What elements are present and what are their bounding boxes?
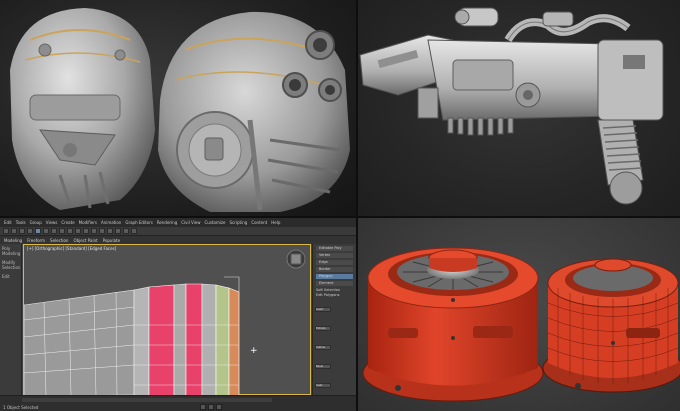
subobject-polygon-label: Polygon xyxy=(319,274,333,278)
menu-item-rendering[interactable]: Rendering xyxy=(157,220,177,225)
align-icon[interactable] xyxy=(99,228,105,234)
side-label-modify-selection[interactable]: Modify Selection xyxy=(0,258,21,272)
status-text: 1 Object Selected xyxy=(3,405,39,410)
subobject-element-label: Element xyxy=(319,281,334,285)
soft-selection-rollout[interactable]: Soft Selection xyxy=(316,288,353,292)
ribbon-tab-freeform[interactable]: Freeform xyxy=(27,238,45,243)
menu-item-tools[interactable]: Tools xyxy=(16,220,26,225)
turbine-render xyxy=(362,247,680,402)
render-icon[interactable] xyxy=(131,228,137,234)
subobject-edge[interactable]: Edge xyxy=(316,260,353,265)
inset-button[interactable]: Inset xyxy=(315,383,331,388)
menu-item-content[interactable]: Content xyxy=(251,220,267,225)
menu-item-edit[interactable]: Edit xyxy=(4,220,12,225)
ribbon-tab-selection[interactable]: Selection xyxy=(50,238,68,243)
modifier-stack-item[interactable]: Editable Poly xyxy=(316,246,353,251)
subobject-border[interactable]: Border xyxy=(316,267,353,272)
panel-robot-heads xyxy=(0,0,356,216)
modifier-stack-label: Editable Poly xyxy=(319,246,342,250)
menu-item-help[interactable]: Help xyxy=(271,220,280,225)
ribbon-tab-modeling[interactable]: Modeling xyxy=(4,238,22,243)
scale-icon[interactable] xyxy=(67,228,73,234)
menu-bar: Edit Tools Group Views Create Modifiers … xyxy=(0,218,356,227)
subobject-vertex[interactable]: Vertex xyxy=(316,253,353,258)
key-mode-icon[interactable] xyxy=(216,404,222,410)
angle-snap-icon[interactable] xyxy=(83,228,89,234)
panel-divider-horizontal xyxy=(0,216,680,218)
layer-icon[interactable] xyxy=(107,228,113,234)
menu-item-animation[interactable]: Animation xyxy=(101,220,121,225)
extrude-button[interactable]: Extrude xyxy=(315,326,331,331)
insert-vertex-button[interactable]: Insert Vertex xyxy=(315,307,331,312)
move-icon[interactable] xyxy=(51,228,57,234)
next-frame-icon[interactable] xyxy=(208,404,214,410)
rotate-icon[interactable] xyxy=(59,228,65,234)
ribbon-tab-populate[interactable]: Populate xyxy=(103,238,120,243)
cylinder-wireframe: + xyxy=(24,249,306,396)
menu-item-customize[interactable]: Customize xyxy=(205,220,226,225)
bevel-button[interactable]: Bevel xyxy=(315,364,331,369)
side-label-poly-modeling[interactable]: Poly Modeling xyxy=(0,244,21,258)
menu-item-create[interactable]: Create xyxy=(61,220,74,225)
main-toolbar xyxy=(0,227,356,236)
menu-item-modifiers[interactable]: Modifiers xyxy=(79,220,97,225)
ribbon-tab-object-paint[interactable]: Object Paint xyxy=(73,238,97,243)
mirror-icon[interactable] xyxy=(91,228,97,234)
side-label-edit[interactable]: Edit xyxy=(0,272,21,281)
select-icon[interactable] xyxy=(35,228,41,234)
svg-text:+: + xyxy=(250,346,258,356)
viewport[interactable]: [+] [Orthographic] [Standard] [Edged Fac… xyxy=(23,244,311,396)
subobject-border-label: Border xyxy=(319,267,331,271)
edit-polygons-rollout[interactable]: Edit Polygons xyxy=(316,293,353,297)
select-by-name-icon[interactable] xyxy=(43,228,49,234)
subobject-polygon[interactable]: Polygon xyxy=(316,274,353,279)
panel-scifi-gun xyxy=(358,0,680,216)
status-bar: 1 Object Selected xyxy=(0,395,356,411)
subobject-edge-label: Edge xyxy=(319,260,328,264)
robot-heads-render xyxy=(10,8,350,212)
menu-item-scripting[interactable]: Scripting xyxy=(230,220,248,225)
menu-item-group[interactable]: Group xyxy=(30,220,42,225)
ribbon-side-panel: Poly Modeling Modify Selection Edit xyxy=(0,244,22,395)
subobject-vertex-label: Vertex xyxy=(319,253,331,257)
modeling-ribbon: Modeling Freeform Selection Object Paint… xyxy=(0,236,356,244)
command-panel: Editable Poly Vertex Edge Border Polygon… xyxy=(312,244,356,407)
material-editor-icon[interactable] xyxy=(115,228,121,234)
redo-icon[interactable] xyxy=(11,228,17,234)
snap-icon[interactable] xyxy=(75,228,81,234)
timeline-slider[interactable] xyxy=(22,398,272,402)
menu-item-civil-view[interactable]: Civil View xyxy=(181,220,200,225)
play-icon[interactable] xyxy=(200,404,206,410)
subobject-element[interactable]: Element xyxy=(316,281,353,286)
undo-icon[interactable] xyxy=(3,228,9,234)
menu-item-graph-editors[interactable]: Graph Editors xyxy=(125,220,152,225)
render-setup-icon[interactable] xyxy=(123,228,129,234)
outline-button[interactable]: Outline xyxy=(315,345,331,350)
image-collage: Edit Tools Group Views Create Modifiers … xyxy=(0,0,680,411)
link-icon[interactable] xyxy=(19,228,25,234)
unlink-icon[interactable] xyxy=(27,228,33,234)
panel-divider-vertical xyxy=(356,0,358,411)
panel-3dsmax-interface: Edit Tools Group Views Create Modifiers … xyxy=(0,218,356,411)
panel-turbine-renders xyxy=(358,218,680,411)
gun-render xyxy=(359,7,664,205)
menu-item-views[interactable]: Views xyxy=(46,220,58,225)
